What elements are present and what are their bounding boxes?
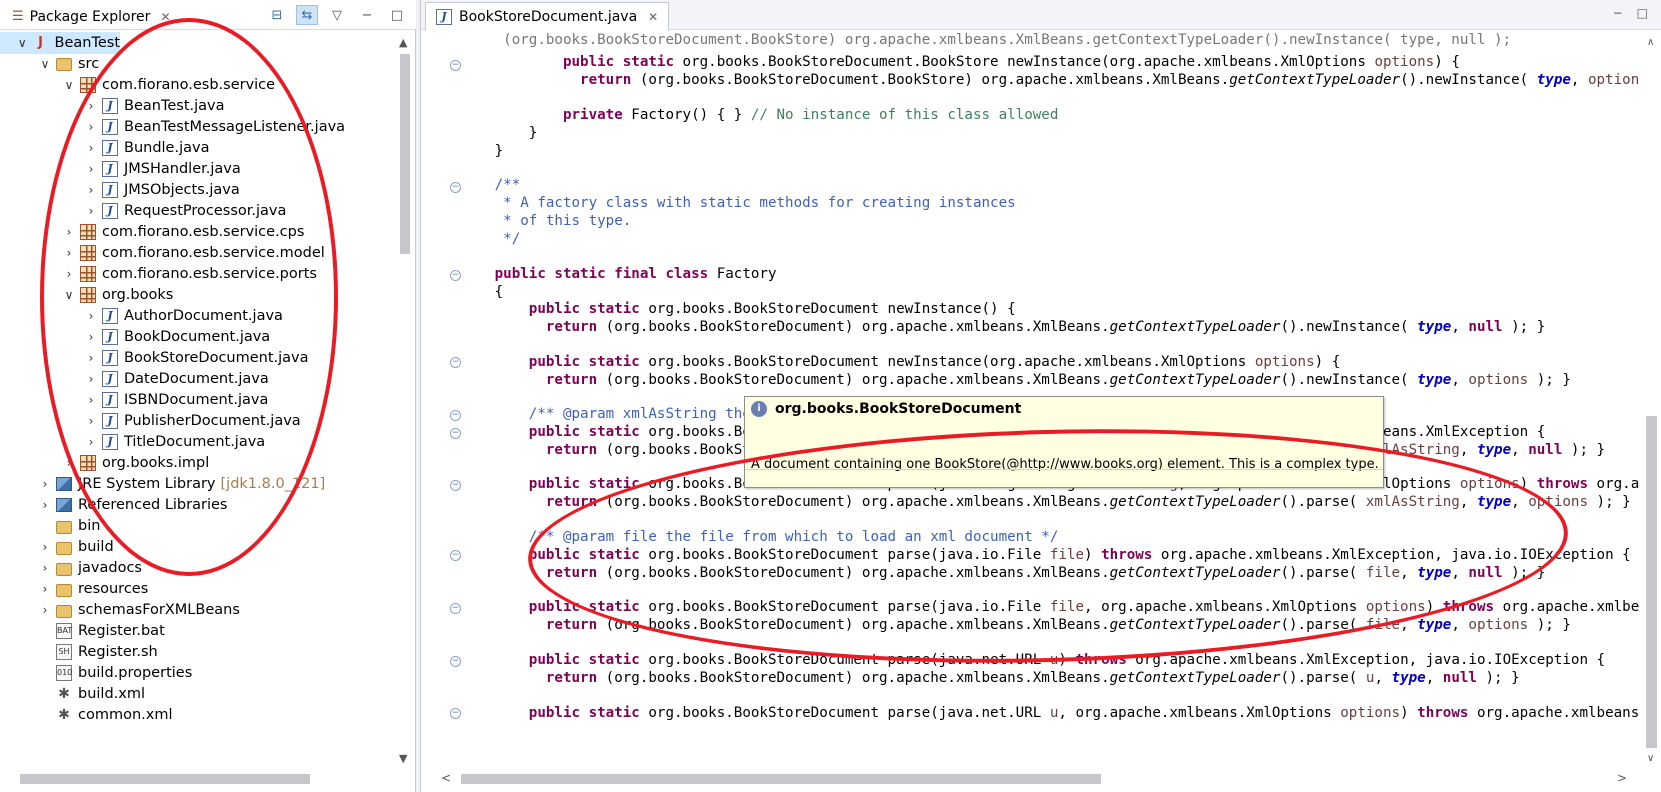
tree-item[interactable]: ✱ common.xml	[0, 704, 173, 726]
scroll-thumb[interactable]	[1646, 416, 1657, 748]
tree-item-label: build	[78, 539, 114, 555]
tree-item-label: src	[78, 56, 100, 72]
tree-item[interactable]: ∨ J BeanTest	[0, 32, 120, 54]
scroll-up-icon[interactable]: ∧	[1647, 37, 1654, 48]
editor-vertical-scrollbar[interactable]: ∧ ∨	[1641, 31, 1661, 769]
scroll-down-icon[interactable]: ∨	[1647, 753, 1654, 764]
chevron-down-icon[interactable]: ∨	[38, 57, 52, 71]
library-icon	[56, 498, 72, 512]
chevron-right-icon[interactable]: ›	[38, 561, 52, 575]
tree-item-label: javadocs	[78, 560, 142, 576]
package-explorer-toolbar: ⊟ ⇆ ▽ − □	[266, 5, 408, 25]
project-icon: J	[38, 35, 43, 50]
chevron-right-icon[interactable]: ›	[38, 540, 52, 554]
fold-toggle-icon[interactable]: −	[450, 603, 461, 614]
xml-file-icon: ✱	[58, 707, 70, 723]
tree-item[interactable]: › schemasForXMLBeans	[0, 599, 240, 621]
scroll-thumb[interactable]	[400, 54, 410, 254]
xml-file-icon: ✱	[58, 686, 70, 702]
tree-item[interactable]: bin	[0, 515, 100, 537]
fold-toggle-icon[interactable]: −	[450, 656, 461, 667]
fold-toggle-icon[interactable]: −	[450, 480, 461, 491]
minimize-icon[interactable]: −	[356, 5, 378, 25]
eclipse-window: { "package_explorer": { "title": "Packag…	[0, 0, 1661, 792]
folder-icon	[56, 541, 72, 555]
sh-file-icon: SH	[56, 644, 72, 660]
tree-item[interactable]: SH Register.sh	[0, 641, 158, 663]
editor-tab-title: BookStoreDocument.java	[459, 9, 638, 25]
scroll-thumb[interactable]	[461, 774, 1101, 784]
tree-item[interactable]: ∨ src	[0, 53, 100, 75]
fold-toggle-icon[interactable]: −	[450, 708, 461, 719]
editor-tab-bookstoredocument[interactable]: J BookStoreDocument.java ✕	[425, 2, 670, 31]
package-explorer-title: Package Explorer	[29, 8, 151, 25]
fold-toggle-icon[interactable]: −	[450, 60, 461, 71]
link-with-editor-icon[interactable]: ⇆	[296, 5, 318, 25]
bat-file-icon: BAT	[56, 623, 72, 639]
info-icon: i	[751, 401, 767, 417]
chevron-down-icon[interactable]: ∨	[16, 36, 29, 50]
source-folder-icon	[56, 57, 72, 71]
tree-item[interactable]: BAT Register.bat	[0, 620, 165, 642]
maximize-icon[interactable]: □	[1637, 6, 1648, 20]
tree-item-label: Register.bat	[78, 623, 165, 639]
tree-item[interactable]: › resources	[0, 578, 149, 600]
tree-item-label: build.properties	[78, 665, 193, 681]
tree-vertical-scrollbar[interactable]: ▲ ▼	[396, 32, 414, 770]
tree-item-label: schemasForXMLBeans	[78, 602, 240, 618]
folder-icon	[56, 562, 72, 576]
tree-item[interactable]: › javadocs	[0, 557, 142, 579]
tree-item[interactable]: › build	[0, 536, 114, 558]
editor-window-controls: − □	[1613, 6, 1648, 20]
chevron-right-icon[interactable]: ›	[38, 603, 52, 617]
hover-title: org.books.BookStoreDocument	[775, 401, 1022, 417]
annotation-ellipse-tree	[40, 18, 338, 576]
fold-toggle-icon[interactable]: −	[450, 550, 461, 561]
editor-horizontal-scrollbar[interactable]: < >	[421, 769, 1641, 789]
folder-icon	[56, 520, 72, 534]
scroll-left-icon[interactable]: <	[441, 771, 451, 785]
tree-item-label: Register.sh	[78, 644, 158, 660]
tree-horizontal-scrollbar[interactable]	[0, 770, 396, 788]
chevron-right-icon[interactable]: ›	[38, 477, 52, 491]
folder-icon	[56, 583, 72, 597]
tree-item[interactable]: ✱ build.xml	[0, 683, 145, 705]
tree-item-label: bin	[78, 518, 101, 534]
close-icon[interactable]: ✕	[648, 10, 658, 24]
library-icon	[56, 477, 72, 491]
java-file-icon: J	[436, 9, 452, 25]
scroll-up-icon[interactable]: ▲	[399, 36, 407, 49]
scroll-thumb[interactable]	[20, 774, 310, 784]
folder-icon	[56, 604, 72, 618]
tree-item-label: resources	[78, 581, 149, 597]
chevron-down-icon[interactable]: ∨	[62, 78, 76, 92]
collapse-all-icon[interactable]: ⊟	[266, 5, 288, 25]
scroll-down-icon[interactable]: ▼	[399, 752, 407, 765]
package-explorer-icon: ☰	[12, 9, 24, 24]
tree-item[interactable]: 010 build.properties	[0, 662, 192, 684]
tree-item-label: build.xml	[78, 686, 145, 702]
maximize-icon[interactable]: □	[386, 5, 408, 25]
fold-toggle-icon[interactable]: −	[450, 357, 461, 368]
vertical-ruler	[421, 31, 445, 769]
chevron-right-icon[interactable]: ›	[38, 498, 52, 512]
view-menu-icon[interactable]: ▽	[326, 5, 348, 25]
hover-title-row: i org.books.BookStoreDocument	[751, 401, 1021, 417]
fold-toggle-icon[interactable]: −	[450, 270, 461, 281]
editor-tabbar: J BookStoreDocument.java ✕ − □	[421, 0, 1661, 31]
fold-toggle-icon[interactable]: −	[450, 428, 461, 439]
fold-toggle-icon[interactable]: −	[450, 410, 461, 421]
properties-file-icon: 010	[56, 665, 72, 681]
minimize-icon[interactable]: −	[1613, 6, 1623, 20]
tree-item-label: common.xml	[78, 707, 173, 723]
tree-item-label: BeanTest	[54, 35, 121, 51]
chevron-right-icon[interactable]: ›	[38, 582, 52, 596]
scroll-right-icon[interactable]: >	[1617, 771, 1627, 785]
fold-toggle-icon[interactable]: −	[450, 182, 461, 193]
